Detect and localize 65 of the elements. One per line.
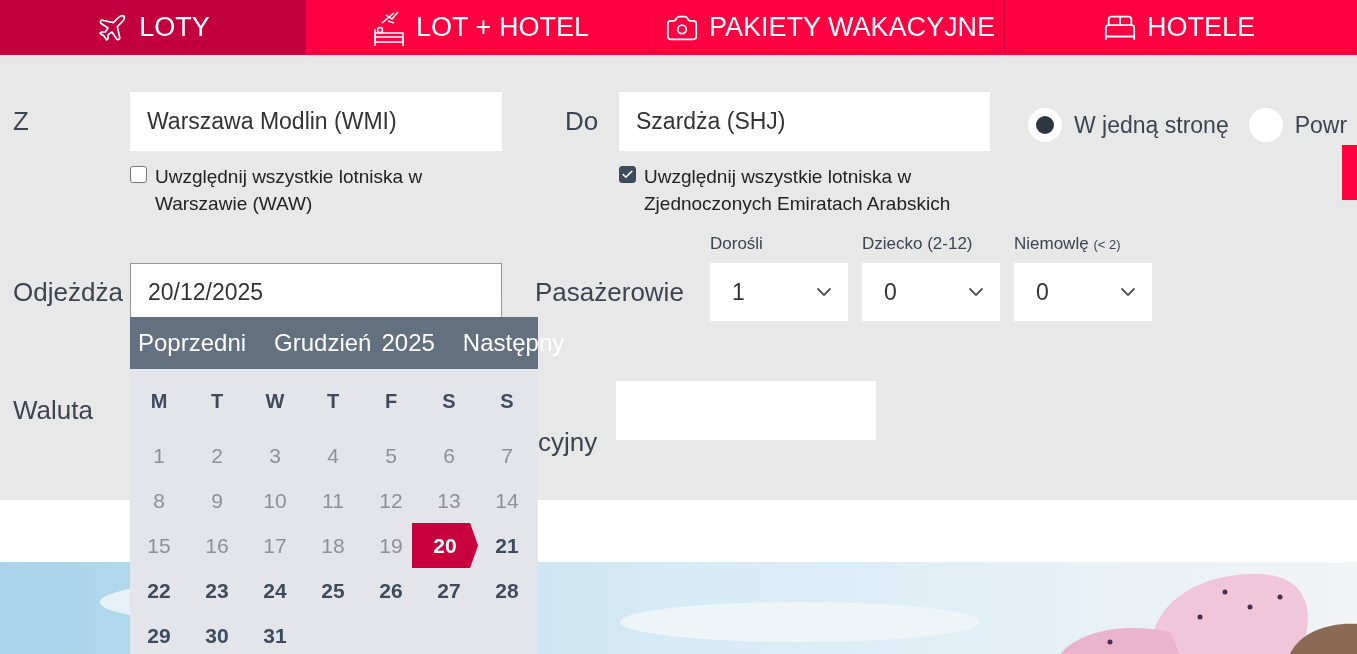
- calendar-day[interactable]: 27: [437, 578, 461, 603]
- checkbox[interactable]: [130, 166, 147, 183]
- month-title: Grudzień: [274, 329, 372, 357]
- select-label: Niemowlę (< 2): [1014, 233, 1122, 255]
- field-label: cyjny: [538, 426, 599, 458]
- checkbox-label: Uwzględnij wszystkie lotniska w Warszawie (WAW): [155, 165, 424, 216]
- calendar-day: 13: [437, 488, 461, 513]
- passenger-select[interactable]: 1: [710, 263, 848, 321]
- calendar-day: 11: [322, 488, 344, 513]
- calendar-day: 16: [205, 533, 229, 558]
- calendar-day: 14: [495, 488, 519, 513]
- weekday-label: T: [209, 388, 225, 414]
- calendar-day[interactable]: 30: [205, 623, 229, 648]
- radio-label: W jedną stronę: [1074, 111, 1229, 139]
- calendar-day: 10: [263, 488, 287, 513]
- calendar-day: 6: [443, 443, 455, 468]
- checkbox-label: Uwzględnij wszystkie lotniska w Zjednoczonych Emiratach Arabskich: [644, 165, 952, 216]
- calendar-day: 19: [379, 533, 403, 558]
- checkbox[interactable]: [619, 166, 636, 183]
- field-label: Do: [565, 105, 600, 138]
- field-label: Z: [13, 105, 30, 138]
- weekday-label: F: [383, 388, 399, 414]
- check-icon: [621, 168, 634, 181]
- calendar-day[interactable]: 31: [263, 623, 287, 648]
- year-title: 2025: [381, 329, 435, 357]
- field-label: Pasażerowie: [535, 276, 685, 309]
- calendar-day: 15: [147, 533, 171, 558]
- calendar-day: 18: [321, 533, 345, 558]
- input-field[interactable]: Warszawa Modlin (WMI): [130, 92, 502, 151]
- calendar-day[interactable]: 25: [321, 578, 345, 603]
- weekday-label: S: [441, 388, 457, 414]
- calendar-day: 2: [211, 443, 223, 468]
- nav-tab[interactable]: LOTY: [0, 0, 306, 55]
- radio-button[interactable]: [1028, 108, 1062, 142]
- calendar-day: 3: [269, 443, 281, 468]
- calendar-day[interactable]: 28: [495, 578, 519, 603]
- select-label: Dziecko (2-12): [862, 233, 974, 255]
- calendar-day: 9: [211, 488, 223, 513]
- weekday-label: M: [149, 388, 169, 414]
- calendar-day[interactable]: 23: [205, 578, 229, 603]
- field-label: Waluta: [13, 394, 94, 427]
- calendar-day: 5: [385, 443, 397, 468]
- passenger-select[interactable]: 0: [1014, 263, 1152, 321]
- calendar-day: 4: [327, 443, 339, 468]
- input-field[interactable]: Szardża (SHJ): [619, 92, 990, 151]
- field-label: Odjeżdża: [13, 276, 124, 309]
- weekday-label: S: [499, 388, 515, 414]
- calendar-day: 7: [501, 443, 513, 468]
- calendar-day: 1: [153, 443, 165, 468]
- weekday-label: T: [325, 388, 341, 414]
- select-label: Dorośli: [710, 233, 764, 255]
- calendar-day: 8: [153, 488, 165, 513]
- calendar-day[interactable]: 29: [147, 623, 171, 648]
- plane-bed-icon: [372, 10, 407, 45]
- calendar-day: 17: [263, 533, 287, 558]
- calendar-day[interactable]: 20: [412, 523, 478, 568]
- calendar-day[interactable]: 21: [495, 533, 519, 558]
- radio-label: Powr: [1294, 111, 1348, 139]
- calendar-day[interactable]: 26: [379, 578, 403, 603]
- calendar-day[interactable]: 22: [147, 578, 171, 603]
- weekday-label: W: [264, 388, 286, 414]
- passenger-select[interactable]: 0: [862, 263, 1000, 321]
- prev-month-link[interactable]: Poprzedni: [138, 329, 247, 357]
- calendar-day[interactable]: 24: [263, 578, 287, 603]
- calendar-day: 12: [379, 488, 403, 513]
